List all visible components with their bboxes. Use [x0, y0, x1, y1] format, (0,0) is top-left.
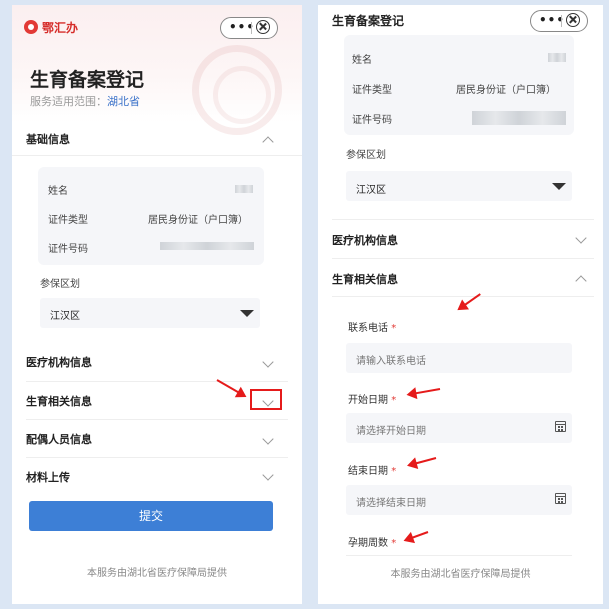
- capsule-divider: [251, 22, 252, 34]
- section-medical-institution[interactable]: 医疗机构信息: [332, 232, 398, 248]
- annotation-highlight-box: [250, 389, 282, 410]
- basic-info-card: 姓名 证件类型 居民身份证（户口簿） 证件号码: [38, 167, 264, 265]
- id-number-masked: [160, 242, 254, 250]
- chevron-down-icon[interactable]: [575, 232, 587, 244]
- phone-label: 联系电话 *: [348, 319, 396, 334]
- close-icon[interactable]: [256, 20, 270, 34]
- annotation-arrow: [408, 388, 441, 396]
- basic-info-card: 姓名 证件类型 居民身份证（户口簿） 证件号码: [344, 35, 574, 135]
- id-type-value: 居民身份证（户口簿）: [456, 85, 556, 96]
- divider: [26, 381, 288, 382]
- emblem-watermark-icon: [192, 45, 282, 135]
- id-number-label: 证件号码: [352, 115, 392, 126]
- id-type-label: 证件类型: [48, 215, 88, 226]
- section-medical-institution[interactable]: 医疗机构信息: [26, 354, 92, 370]
- annotation-arrow: [408, 457, 437, 467]
- required-mark: *: [391, 323, 397, 334]
- close-icon[interactable]: [566, 13, 580, 27]
- left-screen: 鄂汇办 ••• 生育备案登记 服务适用范围：湖北省 基础信息 姓名 证件类型 居…: [12, 5, 302, 604]
- section-material-upload[interactable]: 材料上传: [26, 469, 70, 485]
- page-title: 生育备案登记: [30, 69, 145, 91]
- insured-area-select[interactable]: 江汉区: [40, 298, 260, 328]
- phone-input[interactable]: 请输入联系电话: [346, 343, 572, 373]
- end-date-input[interactable]: 请选择结束日期: [346, 485, 572, 515]
- footer-text: 本服务由湖北省医疗保障局提供: [390, 569, 531, 580]
- required-mark: *: [391, 395, 397, 406]
- app-logo-text: 鄂汇办: [42, 21, 79, 35]
- name-value-masked: [548, 53, 566, 62]
- end-date-placeholder: 请选择结束日期: [356, 498, 426, 509]
- id-number-masked: [472, 111, 566, 125]
- end-date-label: 结束日期 *: [348, 462, 396, 477]
- scope-label: 服务适用范围：: [30, 95, 107, 108]
- divider: [12, 155, 302, 156]
- insured-area-label: 参保区划: [346, 150, 386, 161]
- name-label: 姓名: [48, 186, 68, 197]
- pregnancy-weeks-label: 孕期周数 *: [348, 534, 396, 549]
- divider: [346, 555, 572, 556]
- insured-area-select[interactable]: 江汉区: [346, 171, 572, 201]
- section-basic-info[interactable]: 基础信息: [26, 131, 70, 147]
- pregnancy-weeks-label-text: 孕期周数: [348, 538, 388, 549]
- required-mark: *: [391, 466, 397, 477]
- id-type-value: 居民身份证（户口簿）: [148, 215, 248, 226]
- dropdown-triangle-icon: [552, 183, 566, 190]
- header-banner: 鄂汇办 ••• 生育备案登记 服务适用范围：湖北省: [12, 5, 302, 135]
- section-birth-info[interactable]: 生育相关信息: [26, 393, 92, 409]
- calendar-icon[interactable]: [555, 421, 566, 432]
- id-type-label: 证件类型: [352, 85, 392, 96]
- chevron-up-icon[interactable]: [262, 136, 274, 148]
- divider: [332, 296, 594, 297]
- calendar-icon[interactable]: [555, 493, 566, 504]
- divider: [26, 457, 288, 458]
- scope-value: 湖北省: [107, 95, 140, 108]
- insured-area-label: 参保区划: [40, 279, 80, 290]
- start-date-input[interactable]: 请选择开始日期: [346, 413, 572, 443]
- required-mark: *: [391, 538, 397, 549]
- divider: [26, 419, 288, 420]
- id-number-label: 证件号码: [48, 244, 88, 255]
- divider: [332, 258, 594, 259]
- insured-area-value: 江汉区: [50, 311, 80, 322]
- insured-area-value: 江汉区: [356, 185, 386, 196]
- submit-button[interactable]: 提交: [29, 501, 273, 531]
- dropdown-triangle-icon: [240, 310, 254, 317]
- phone-label-text: 联系电话: [348, 323, 388, 334]
- start-date-label: 开始日期 *: [348, 391, 396, 406]
- right-screen: 生育备案登记 ••• 姓名 证件类型 居民身份证（户口簿） 证件号码 参保区划 …: [318, 5, 603, 604]
- name-label: 姓名: [352, 55, 372, 66]
- section-birth-info[interactable]: 生育相关信息: [332, 271, 398, 287]
- mini-program-capsule[interactable]: •••: [220, 17, 278, 39]
- app-logo-icon: [24, 20, 38, 34]
- chevron-down-icon[interactable]: [262, 433, 274, 445]
- section-spouse-info[interactable]: 配偶人员信息: [26, 431, 92, 447]
- annotation-arrow: [405, 531, 429, 542]
- page-title: 生育备案登记: [332, 14, 405, 28]
- end-date-label-text: 结束日期: [348, 466, 388, 477]
- chevron-down-icon[interactable]: [262, 469, 274, 481]
- chevron-up-icon[interactable]: [575, 275, 587, 287]
- service-scope: 服务适用范围：湖北省: [30, 93, 140, 109]
- start-date-placeholder: 请选择开始日期: [356, 426, 426, 437]
- capsule-divider: [561, 15, 562, 27]
- chevron-down-icon[interactable]: [262, 356, 274, 368]
- name-value-masked: [235, 185, 253, 193]
- divider: [332, 219, 594, 220]
- mini-program-capsule[interactable]: •••: [530, 10, 588, 32]
- footer-text: 本服务由湖北省医疗保障局提供: [87, 568, 227, 579]
- start-date-label-text: 开始日期: [348, 395, 388, 406]
- phone-placeholder: 请输入联系电话: [356, 356, 426, 367]
